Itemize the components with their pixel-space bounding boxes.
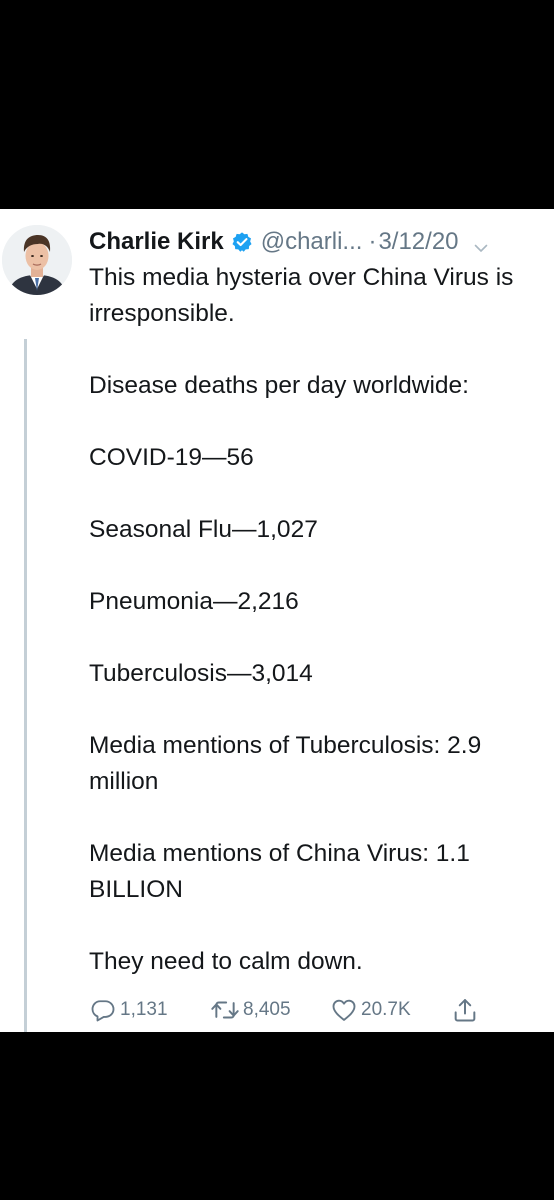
tweet-paragraph: Media mentions of Tuberculosis: 2.9 mill… [89, 732, 482, 795]
retweet-count: 8,405 [243, 999, 291, 1020]
chevron-down-icon[interactable] [473, 235, 489, 252]
tweet-card[interactable]: Charlie Kirk @charli... · 3/12/20 This m… [0, 209, 554, 1032]
heart-icon [332, 999, 356, 1021]
author-handle[interactable]: @charli... [261, 228, 363, 256]
tweet-paragraph: Pneumonia—2,216 [89, 588, 299, 615]
reply-count: 1,131 [120, 999, 168, 1020]
retweet-icon [211, 1001, 239, 1019]
retweet-button[interactable]: 8,405 [210, 995, 291, 1025]
tweet-paragraph: Tuberculosis—3,014 [89, 660, 313, 687]
reply-icon [91, 1000, 115, 1022]
share-button[interactable] [451, 995, 479, 1025]
tweet-actions: 1,131 8,405 20.7K [89, 995, 509, 1025]
tweet-header: Charlie Kirk @charli... · 3/12/20 [89, 225, 549, 259]
like-button[interactable]: 20.7K [330, 995, 411, 1025]
reply-button[interactable]: 1,131 [89, 995, 168, 1025]
tweet-paragraph: This media hysteria over China Virus is … [89, 264, 514, 327]
tweet-text: This media hysteria over China Virus is … [89, 260, 551, 980]
tweet-paragraph: COVID-19—56 [89, 444, 254, 471]
profile-photo [2, 225, 72, 295]
avatar[interactable] [2, 225, 72, 295]
tweet-timestamp[interactable]: 3/12/20 [378, 228, 458, 256]
like-count: 20.7K [361, 999, 411, 1020]
tweet-paragraph: They need to calm down. [89, 948, 363, 975]
author-name[interactable]: Charlie Kirk [89, 228, 224, 256]
thread-line [24, 339, 27, 1032]
tweet-paragraph: Disease deaths per day worldwide: [89, 372, 469, 399]
verified-badge-icon [231, 231, 253, 253]
tweet-paragraph: Seasonal Flu—1,027 [89, 516, 318, 543]
share-icon [454, 999, 476, 1022]
time-separator: · [368, 228, 377, 255]
tweet-paragraph: Media mentions of China Virus: 1.1 BILLI… [89, 840, 470, 903]
